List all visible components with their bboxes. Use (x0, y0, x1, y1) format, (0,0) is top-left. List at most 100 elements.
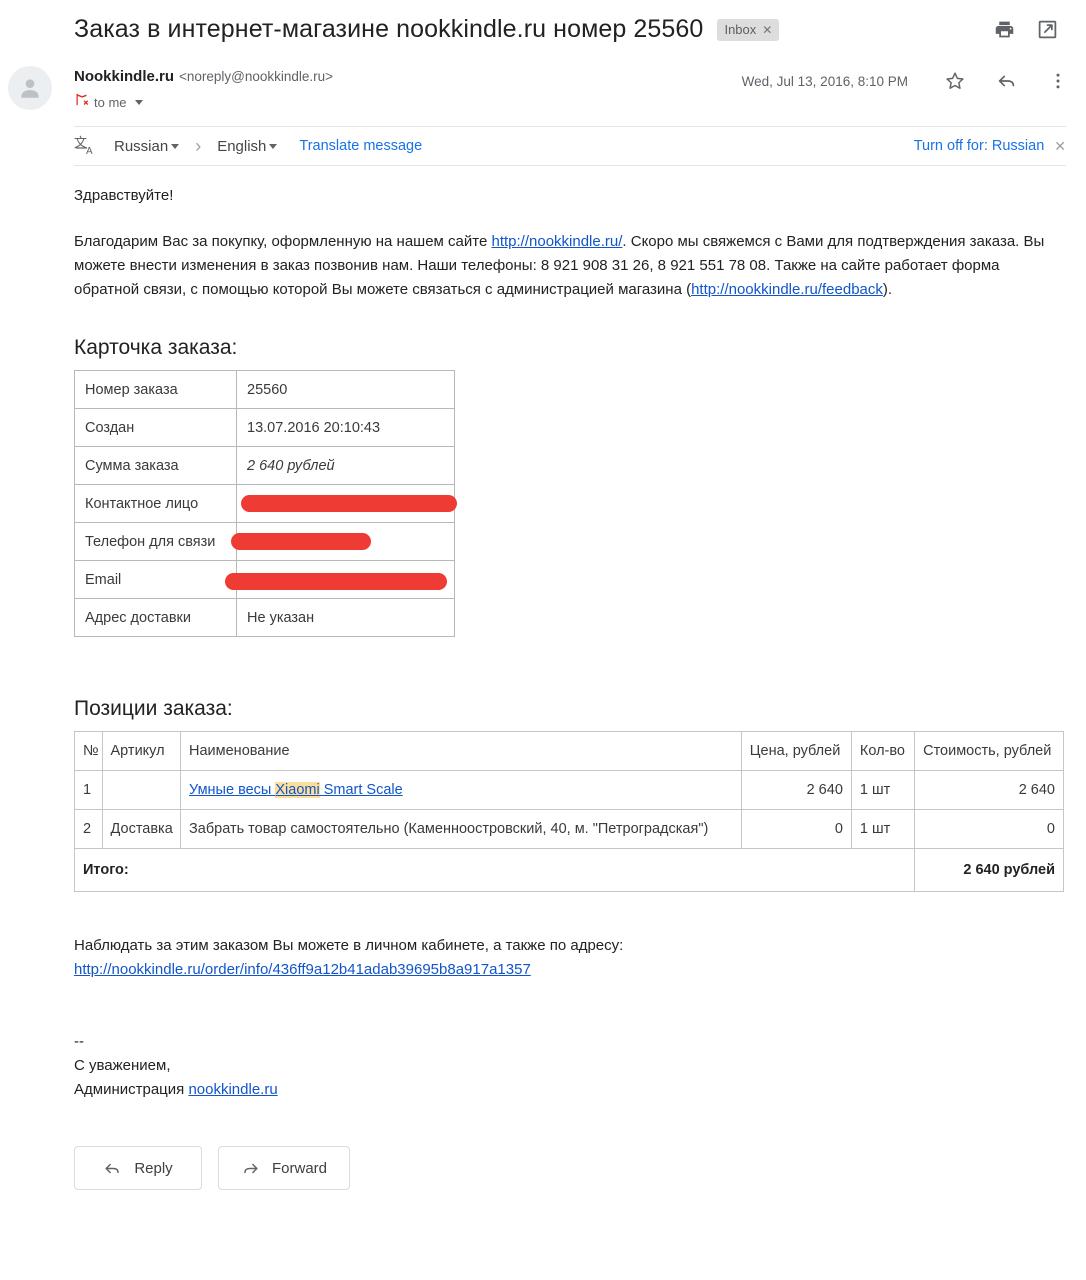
cell-article (102, 771, 181, 810)
avatar-person-icon (17, 75, 43, 101)
label-chip-inbox[interactable]: Inbox ✕ (717, 19, 779, 41)
row-key: Email (75, 561, 237, 599)
sender-info: Nookkindle.ru <noreply@nookkindle.ru> to… (74, 62, 333, 112)
cell-quantity: 1 шт (851, 771, 914, 810)
print-icon[interactable] (994, 19, 1015, 40)
cell-quantity: 1 шт (851, 810, 914, 849)
row-value: 2 640 рублей (237, 447, 455, 485)
label-chip-remove-icon[interactable]: ✕ (762, 23, 772, 37)
reply-button[interactable]: Reply (74, 1146, 202, 1190)
subject-action-icons (994, 19, 1066, 40)
column-header-name: Наименование (181, 732, 742, 771)
column-header-price: Цена, рублей (741, 732, 851, 771)
signature-block: -- С уважением, Администрация nookkindle… (74, 1030, 1066, 1102)
order-positions-table: № Артикул Наименование Цена, рублей Кол-… (74, 731, 1064, 892)
redaction-mark (241, 495, 457, 512)
cell-sum: 0 (915, 810, 1064, 849)
translate-icon: 文A (74, 134, 98, 158)
more-vertical-icon[interactable] (1048, 71, 1068, 91)
product-link[interactable]: Умные весы Xiaomi Smart Scale (189, 782, 403, 798)
reply-arrow-icon (103, 1159, 122, 1178)
target-language-select[interactable]: English (217, 138, 277, 155)
row-value: 13.07.2016 20:10:43 (237, 409, 455, 447)
sender-line-primary: Nookkindle.ru <noreply@nookkindle.ru> (74, 68, 333, 85)
column-header-quantity: Кол-во (851, 732, 914, 771)
table-row: 2 Доставка Забрать товар самостоятельно … (75, 810, 1064, 849)
target-language-label: English (217, 138, 266, 155)
redaction-mark (231, 533, 371, 550)
site-link[interactable]: http://nookkindle.ru/ (491, 233, 622, 250)
forward-button[interactable]: Forward (218, 1146, 350, 1190)
row-value-redacted (237, 561, 455, 599)
row-key: Контактное лицо (75, 485, 237, 523)
total-value: 2 640 рублей (915, 849, 1064, 892)
signature-dashes: -- (74, 1033, 84, 1050)
table-row: Номер заказа 25560 (75, 371, 455, 409)
translate-message-link[interactable]: Translate message (299, 138, 422, 154)
recipient-label: to me (94, 95, 127, 110)
row-value-redacted (237, 523, 455, 561)
message-body: Здравствуйте! Благодарим Вас за покупку,… (0, 184, 1086, 1190)
table-row: Адрес доставки Не указан (75, 599, 455, 637)
product-name-suffix: Smart Scale (320, 782, 403, 798)
close-icon[interactable]: ✕ (1054, 138, 1066, 155)
intro-part-1: Благодарим Вас за покупку, оформленную н… (74, 233, 491, 250)
label-chip-text: Inbox (724, 22, 756, 37)
intro-part-3: ). (883, 281, 892, 298)
feedback-link[interactable]: http://nookkindle.ru/feedback (691, 281, 883, 298)
subject-bar: Заказ в интернет-магазине nookkindle.ru … (0, 0, 1086, 56)
message-action-buttons: Reply Forward (74, 1146, 1066, 1190)
recipient-line[interactable]: to me (74, 92, 333, 112)
table-row: Телефон для связи (75, 523, 455, 561)
sender-header: Nookkindle.ru <noreply@nookkindle.ru> to… (0, 56, 1086, 118)
row-key: Создан (75, 409, 237, 447)
important-marker-icon[interactable] (74, 92, 89, 112)
row-key: Сумма заказа (75, 447, 237, 485)
intro-paragraph: Благодарим Вас за покупку, оформленную н… (74, 230, 1064, 302)
chevron-down-icon[interactable] (171, 144, 179, 149)
source-language-select[interactable]: Russian (114, 138, 179, 155)
cell-number: 1 (75, 771, 103, 810)
table-header-row: № Артикул Наименование Цена, рублей Кол-… (75, 732, 1064, 771)
column-header-article: Артикул (102, 732, 181, 771)
total-label: Итого: (75, 849, 915, 892)
open-in-new-window-icon[interactable] (1037, 19, 1058, 40)
cell-name: Забрать товар самостоятельно (Каменноост… (181, 810, 742, 849)
turn-off-translate-link[interactable]: Turn off for: Russian (914, 138, 1045, 154)
star-icon[interactable] (944, 70, 966, 92)
row-key: Телефон для связи (75, 523, 237, 561)
sender-name[interactable]: Nookkindle.ru (74, 68, 174, 85)
cell-article: Доставка (102, 810, 181, 849)
order-tracking-link[interactable]: http://nookkindle.ru/order/info/436ff9a1… (74, 961, 531, 978)
table-row: Сумма заказа 2 640 рублей (75, 447, 455, 485)
reply-icon[interactable] (996, 70, 1018, 92)
arrow-right-icon: › (195, 136, 201, 157)
chevron-down-icon[interactable] (269, 144, 277, 149)
cell-name: Умные весы Xiaomi Smart Scale (181, 771, 742, 810)
order-card-title: Карточка заказа: (74, 336, 1066, 360)
message-date: Wed, Jul 13, 2016, 8:10 PM (742, 74, 908, 89)
tracking-paragraph: Наблюдать за этим заказом Вы можете в ли… (74, 934, 1066, 982)
avatar (8, 66, 52, 110)
forward-arrow-icon (241, 1159, 260, 1178)
signature-line-2-prefix: Администрация (74, 1081, 188, 1098)
svg-text:A: A (86, 146, 93, 157)
table-row: Контактное лицо (75, 485, 455, 523)
signature-site-link[interactable]: nookkindle.ru (188, 1081, 277, 1098)
message-actions: Wed, Jul 13, 2016, 8:10 PM (742, 70, 1068, 92)
row-value: 25560 (237, 371, 455, 409)
column-header-number: № (75, 732, 103, 771)
redaction-mark (225, 573, 447, 590)
translate-right-controls: Turn off for: Russian ✕ (914, 138, 1066, 155)
chevron-down-icon[interactable] (135, 100, 143, 105)
column-header-sum: Стоимость, рублей (915, 732, 1064, 771)
cell-price: 2 640 (741, 771, 851, 810)
row-value-redacted (237, 485, 455, 523)
row-key: Номер заказа (75, 371, 237, 409)
translate-bar: 文A Russian › English Translate message T… (74, 126, 1066, 166)
source-language-label: Russian (114, 138, 168, 155)
tracking-text: Наблюдать за этим заказом Вы можете в ли… (74, 937, 623, 954)
row-value: Не указан (237, 599, 455, 637)
product-name-prefix: Умные весы (189, 782, 275, 798)
cell-number: 2 (75, 810, 103, 849)
